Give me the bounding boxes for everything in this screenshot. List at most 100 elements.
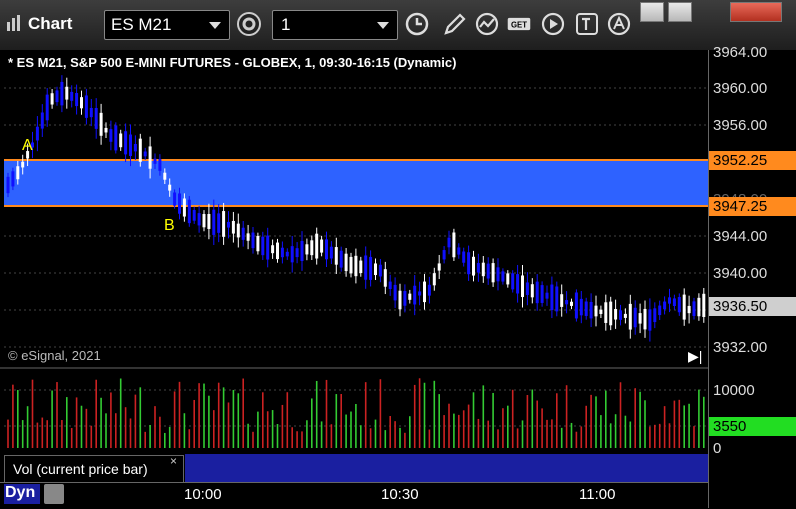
price-tick: 3932.00 bbox=[713, 339, 768, 356]
volume-bar bbox=[325, 379, 328, 448]
volume-bar bbox=[639, 391, 641, 448]
price-bar bbox=[403, 291, 407, 306]
volume-bar bbox=[271, 410, 274, 448]
time-tick: 11:00 bbox=[579, 486, 616, 503]
price-bar bbox=[437, 263, 441, 271]
price-bar bbox=[75, 93, 79, 107]
volume-bar bbox=[605, 390, 607, 448]
price-bar bbox=[506, 273, 510, 285]
volume-bar bbox=[418, 378, 421, 448]
price-bar bbox=[143, 151, 147, 157]
price-bar bbox=[305, 244, 309, 255]
price-bar bbox=[540, 285, 544, 303]
volume-bar bbox=[242, 378, 244, 448]
price-bar bbox=[310, 240, 314, 256]
time-tick: 10:00 bbox=[184, 486, 222, 503]
volume-bar bbox=[247, 423, 249, 448]
price-bar bbox=[168, 184, 172, 191]
volume-bar bbox=[453, 413, 455, 448]
price-bar bbox=[423, 281, 426, 303]
price-bar bbox=[530, 284, 534, 298]
volume-bar bbox=[428, 429, 431, 448]
volume-bar bbox=[399, 427, 401, 448]
volume-bar bbox=[286, 392, 289, 448]
current-volume-tag: 3550 bbox=[709, 417, 796, 436]
marker-b-label: B bbox=[164, 217, 175, 234]
price-bar bbox=[589, 301, 593, 319]
price-bar bbox=[467, 252, 471, 275]
volume-bar bbox=[516, 428, 519, 448]
volume-bar bbox=[296, 431, 298, 448]
price-bar bbox=[521, 275, 524, 298]
volume-bar bbox=[448, 403, 450, 448]
lock-icon[interactable] bbox=[44, 484, 64, 504]
volume-bar bbox=[80, 405, 83, 448]
volume-bar bbox=[105, 413, 107, 448]
volume-bars bbox=[7, 378, 705, 448]
price-bar bbox=[388, 281, 392, 290]
price-bar bbox=[11, 171, 15, 187]
volume-bar bbox=[198, 383, 200, 448]
price-bar bbox=[565, 300, 569, 305]
volume-bar bbox=[614, 414, 617, 448]
price-bar bbox=[354, 255, 358, 277]
price-bar bbox=[452, 232, 456, 258]
price-bar bbox=[290, 246, 294, 263]
volume-bar bbox=[487, 420, 489, 448]
volume-bar bbox=[507, 405, 509, 448]
price-bar bbox=[40, 112, 44, 129]
volume-bar bbox=[173, 391, 176, 448]
price-bar bbox=[104, 127, 108, 133]
volume-bar bbox=[70, 428, 73, 448]
price-bar bbox=[643, 308, 647, 330]
volume-bar bbox=[541, 408, 543, 448]
volume-bar bbox=[252, 431, 254, 448]
volume-bar bbox=[580, 426, 583, 448]
volume-bar bbox=[438, 394, 440, 448]
volume-bar bbox=[374, 419, 377, 448]
close-icon[interactable]: × bbox=[170, 454, 177, 468]
volume-bar bbox=[188, 429, 191, 448]
price-bar bbox=[55, 90, 59, 103]
volume-bar bbox=[115, 413, 117, 448]
price-bar bbox=[339, 250, 343, 268]
price-bar bbox=[702, 293, 706, 317]
volume-study-name: Vol (current price bar) bbox=[13, 461, 148, 477]
price-bar bbox=[408, 293, 412, 300]
volume-study-label[interactable]: Vol (current price bar) bbox=[4, 455, 184, 484]
jump-to-end-icon[interactable]: ▶| bbox=[688, 348, 702, 365]
price-bar bbox=[364, 255, 368, 280]
volume-bar bbox=[31, 379, 34, 448]
price-bar bbox=[619, 310, 622, 320]
price-bar bbox=[276, 242, 279, 260]
volume-bar bbox=[663, 406, 666, 448]
price-bar bbox=[300, 240, 304, 262]
volume-bar bbox=[644, 400, 646, 448]
volume-bar bbox=[360, 425, 362, 448]
volume-tick: 0 bbox=[713, 440, 722, 457]
volume-bar bbox=[129, 418, 132, 448]
price-bar bbox=[280, 247, 284, 258]
volume-bar bbox=[570, 422, 573, 448]
volume-bar bbox=[232, 389, 235, 448]
price-bar bbox=[599, 309, 603, 314]
volume-bar bbox=[629, 421, 632, 448]
price-bar bbox=[35, 126, 39, 141]
volume-bar bbox=[124, 407, 127, 448]
price-tick: 3940.00 bbox=[713, 265, 768, 282]
lower-line-price-tag: 3947.25 bbox=[709, 197, 796, 216]
price-bar bbox=[535, 281, 539, 304]
volume-bar bbox=[467, 404, 470, 448]
volume-bar bbox=[658, 423, 661, 448]
price-bar bbox=[677, 297, 681, 313]
volume-bar bbox=[36, 422, 39, 448]
price-bar bbox=[114, 125, 118, 151]
volume-bar bbox=[482, 385, 485, 448]
price-bar bbox=[560, 294, 564, 307]
price-bar bbox=[545, 292, 549, 299]
volume-bar bbox=[178, 381, 181, 448]
price-bar bbox=[173, 192, 177, 206]
price-bar bbox=[192, 210, 196, 221]
volume-bar bbox=[423, 382, 426, 448]
price-bar bbox=[687, 305, 691, 314]
